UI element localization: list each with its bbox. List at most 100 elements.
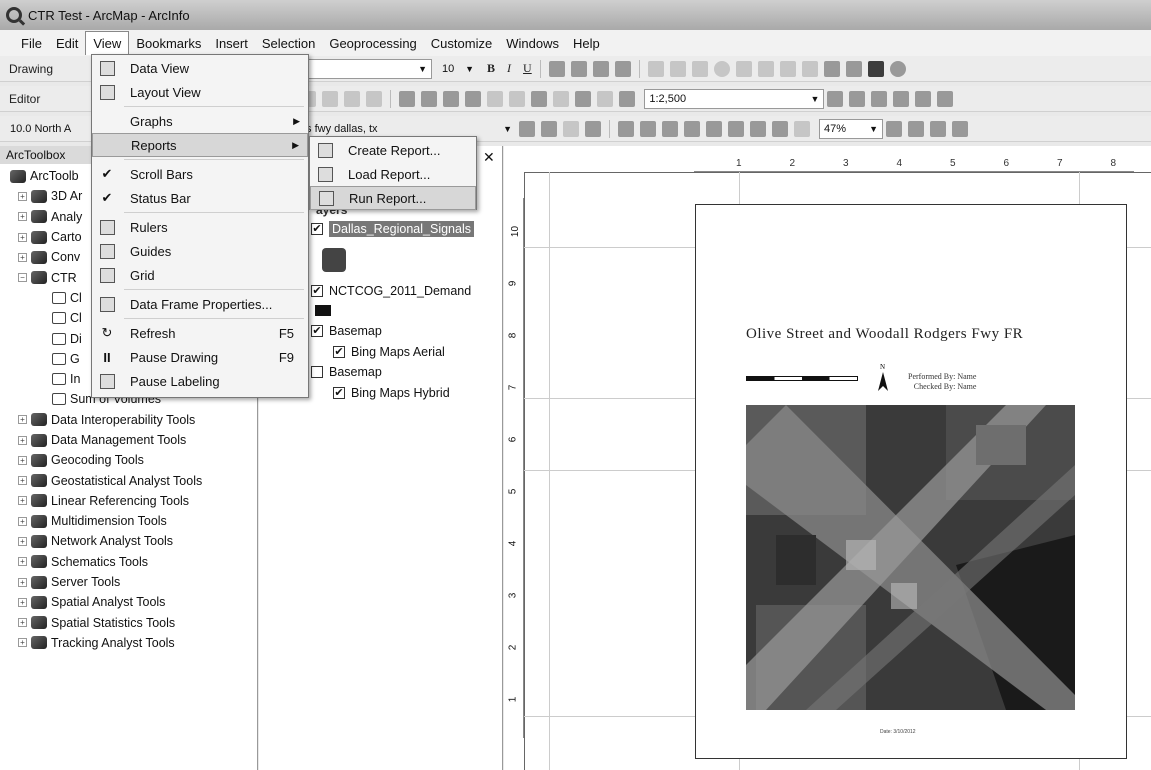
zoom-whole-page-icon[interactable]: [684, 120, 700, 137]
fixed-zoom-out-layout-icon[interactable]: [750, 120, 766, 137]
delete-icon[interactable]: [553, 90, 570, 107]
reports-item[interactable]: Reports ▶: [92, 133, 308, 157]
layer-visibility-checkbox[interactable]: ✔: [333, 346, 345, 358]
expand-icon[interactable]: +: [18, 476, 27, 486]
expand-icon[interactable]: +: [18, 516, 27, 526]
toolbox-tree-item[interactable]: + Multidimension Tools: [0, 511, 257, 531]
toolbox-tree-item[interactable]: + Schematics Tools: [0, 552, 257, 572]
sketch-properties-icon[interactable]: [344, 90, 361, 107]
change-layout-icon[interactable]: [930, 120, 946, 137]
close-icon[interactable]: ✕: [483, 149, 495, 166]
graphs-item[interactable]: Graphs ▶: [92, 109, 308, 133]
layer-visibility-checkbox[interactable]: ✔: [333, 387, 345, 399]
forward-icon[interactable]: [801, 60, 818, 77]
select-elements-icon[interactable]: [867, 60, 884, 77]
pan-icon[interactable]: [691, 60, 708, 77]
python-window-icon[interactable]: [937, 90, 954, 107]
editor-menu-button[interactable]: Editor: [6, 92, 43, 106]
back-icon[interactable]: [779, 60, 796, 77]
menu-geoprocessing[interactable]: Geoprocessing: [322, 32, 423, 55]
toolbox-tree-item[interactable]: + Spatial Analyst Tools: [0, 592, 257, 612]
layer-visibility-checkbox[interactable]: ✔: [311, 223, 323, 235]
clear-selection-icon[interactable]: [845, 60, 862, 77]
next-extent-icon[interactable]: [794, 120, 810, 137]
menu-help[interactable]: Help: [566, 32, 607, 55]
toolbox-tree-item[interactable]: + Tracking Analyst Tools: [0, 633, 257, 653]
pause-labeling-item[interactable]: Pause Labeling: [92, 369, 308, 393]
fixed-zoom-in-layout-icon[interactable]: [728, 120, 744, 137]
menu-customize[interactable]: Customize: [424, 32, 499, 55]
layout-view-item[interactable]: Layout View: [92, 80, 308, 104]
add-data-icon[interactable]: [619, 90, 636, 107]
layout-zoom-out-icon[interactable]: [640, 120, 656, 137]
toggle-draft-mode-icon[interactable]: [886, 120, 902, 137]
expand-icon[interactable]: +: [18, 232, 27, 242]
toolbox-tree-item[interactable]: + Geostatistical Analyst Tools: [0, 470, 257, 490]
map-date-text[interactable]: Date: 3/10/2012: [880, 729, 916, 735]
effects-icon[interactable]: [585, 120, 601, 137]
map-metadata[interactable]: Performed By: Name Checked By: Name: [908, 372, 976, 392]
expand-icon[interactable]: +: [18, 415, 27, 425]
drawing-menu-button[interactable]: Drawing: [6, 62, 56, 76]
layout-pan-icon[interactable]: [662, 120, 678, 137]
status-bar-item[interactable]: ✔ Status Bar: [92, 186, 308, 210]
expand-icon[interactable]: +: [18, 212, 27, 222]
toc-layer-signals[interactable]: ✔ Dallas_Regional_Signals: [311, 221, 474, 237]
undo-icon[interactable]: [575, 90, 592, 107]
editor-toolbar-icon[interactable]: [827, 90, 844, 107]
redo-icon[interactable]: [597, 90, 614, 107]
menu-view[interactable]: View: [85, 31, 130, 55]
select-features-icon[interactable]: [823, 60, 840, 77]
expand-icon[interactable]: +: [18, 597, 27, 607]
print-icon[interactable]: [465, 90, 482, 107]
create-report-item[interactable]: Create Report...: [310, 138, 476, 162]
bold-button[interactable]: B: [484, 61, 498, 76]
data-view-item[interactable]: Data View: [92, 56, 308, 80]
expand-icon[interactable]: +: [18, 638, 27, 648]
expand-icon[interactable]: +: [18, 577, 27, 587]
aerial-map-frame[interactable]: [746, 405, 1075, 710]
paste-icon[interactable]: [531, 90, 548, 107]
attributes-icon[interactable]: [322, 90, 339, 107]
catalog-window-icon[interactable]: [871, 90, 888, 107]
data-driven-pages-icon[interactable]: [952, 120, 968, 137]
toc-layer-basemap-1[interactable]: ✔ Basemap: [311, 324, 382, 338]
open-icon[interactable]: [421, 90, 438, 107]
create-features-icon[interactable]: [366, 90, 383, 107]
layer-tool-2-icon[interactable]: [563, 120, 579, 137]
cut-icon[interactable]: [487, 90, 504, 107]
grid-item[interactable]: Grid: [92, 263, 308, 287]
refresh-item[interactable]: ↻ Refresh F5: [92, 321, 308, 345]
run-report-item[interactable]: Run Report...: [310, 186, 476, 210]
toolbox-tree-item[interactable]: + Data Interoperability Tools: [0, 410, 257, 430]
menu-file[interactable]: File: [14, 32, 49, 55]
toolbox-tree-item[interactable]: + Data Management Tools: [0, 430, 257, 450]
layer-visibility-checkbox[interactable]: [311, 366, 323, 378]
collapse-icon[interactable]: −: [18, 273, 27, 283]
marker-color-icon[interactable]: [614, 60, 631, 77]
toc-layer-bing-hybrid[interactable]: ✔ Bing Maps Hybrid: [333, 386, 450, 400]
expand-icon[interactable]: +: [18, 536, 27, 546]
expand-icon[interactable]: +: [18, 557, 27, 567]
fill-color-icon[interactable]: [570, 60, 587, 77]
menu-selection[interactable]: Selection: [255, 32, 322, 55]
toolbox-tree-item[interactable]: + Spatial Statistics Tools: [0, 613, 257, 633]
layer-tool-icon[interactable]: [541, 120, 557, 137]
expand-icon[interactable]: +: [18, 435, 27, 445]
toolbox-tree-item[interactable]: + Linear Referencing Tools: [0, 491, 257, 511]
save-icon[interactable]: [443, 90, 460, 107]
georeference-icon[interactable]: [519, 120, 535, 137]
scale-bar[interactable]: [746, 376, 858, 381]
identify-icon[interactable]: [889, 60, 906, 77]
layer-visibility-checkbox[interactable]: ✔: [311, 285, 323, 297]
toc-layer-basemap-2[interactable]: Basemap: [311, 365, 382, 379]
menu-insert[interactable]: Insert: [208, 32, 255, 55]
font-color-icon[interactable]: [548, 60, 565, 77]
scroll-bars-item[interactable]: ✔ Scroll Bars: [92, 162, 308, 186]
fixed-zoom-out-icon[interactable]: [757, 60, 774, 77]
expand-icon[interactable]: +: [18, 455, 27, 465]
zoom-in-icon[interactable]: [647, 60, 664, 77]
toolbox-tree-item[interactable]: + Server Tools: [0, 572, 257, 592]
toolbox-tree-item[interactable]: + Geocoding Tools: [0, 450, 257, 470]
toc-layer-bing-aerial[interactable]: ✔ Bing Maps Aerial: [333, 345, 445, 359]
